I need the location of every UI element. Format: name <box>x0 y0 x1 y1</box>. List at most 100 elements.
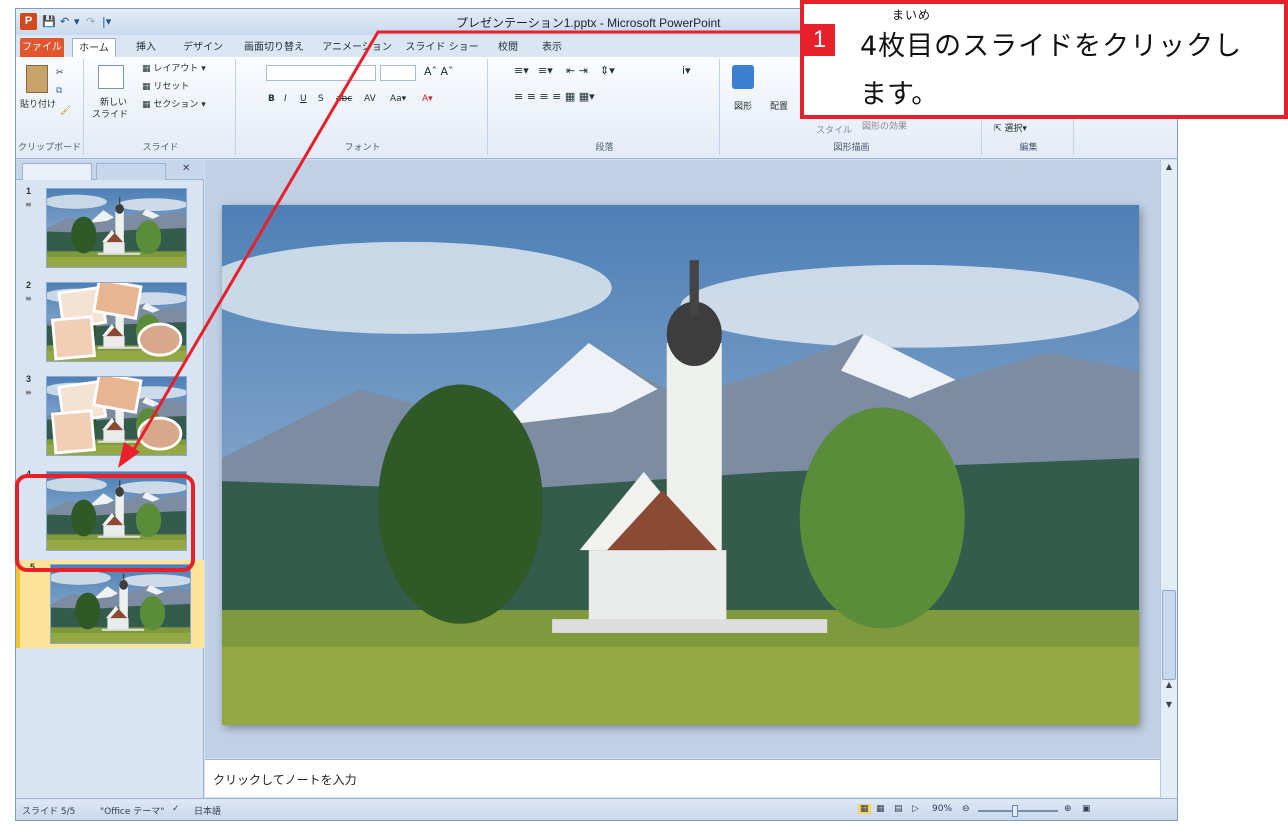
change-case-icon[interactable]: Aa▾ <box>390 93 406 105</box>
section-button[interactable]: ▦ セクション ▾ <box>142 99 206 111</box>
fit-window-icon[interactable]: ▣ <box>1082 804 1091 814</box>
tab-slides[interactable] <box>22 163 92 180</box>
new-slide-label-2[interactable]: スライド <box>92 109 128 121</box>
zoom-in-icon[interactable]: ⊕ <box>1064 804 1072 814</box>
new-slide-icon[interactable] <box>98 65 124 89</box>
font-name-select[interactable] <box>266 65 376 81</box>
slide-thumbnail-5[interactable]: 5 <box>16 560 204 648</box>
slide-4-highlight <box>15 474 195 572</box>
font-size-select[interactable] <box>380 65 416 81</box>
save-icon[interactable]: 💾 <box>42 14 56 30</box>
spellcheck-icon[interactable]: ✓ <box>172 804 180 814</box>
powerpoint-window: P 💾 ↶ ▾ ↷ |▾ プレゼンテーション1.pptx - Microsoft… <box>15 8 1178 821</box>
shadow-icon[interactable]: S <box>318 93 324 105</box>
arrange-label[interactable]: 配置 <box>770 101 788 113</box>
char-spacing-icon[interactable]: AV <box>364 93 376 105</box>
powerpoint-logo-icon[interactable]: P <box>20 13 37 30</box>
quick-access-dropdown-icon[interactable]: ▾ <box>74 14 80 30</box>
reading-view-icon[interactable]: ▤ <box>894 804 903 814</box>
slide-thumbnail-image[interactable] <box>46 376 187 456</box>
quick-styles-label[interactable]: スタイル <box>816 125 852 137</box>
numbering-icon[interactable]: ≡▾ <box>538 65 553 77</box>
tab-home[interactable]: ホーム <box>72 38 116 57</box>
slideshow-view-icon[interactable]: ▷ <box>912 804 919 814</box>
tab-transitions[interactable]: 画面切り替え <box>238 38 310 57</box>
underline-icon[interactable]: U <box>300 93 307 105</box>
tab-view[interactable]: 表示 <box>532 38 572 57</box>
italic-icon[interactable]: I <box>284 93 287 105</box>
select-button[interactable]: ⇱ 選択▾ <box>994 123 1027 135</box>
tab-insert[interactable]: 挿入 <box>126 38 166 57</box>
tab-design[interactable]: デザイン <box>178 38 228 57</box>
customize-quick-access-icon[interactable]: |▾ <box>102 14 111 30</box>
paste-label[interactable]: 貼り付け <box>20 99 56 111</box>
zoom-out-icon[interactable]: ⊖ <box>962 804 970 814</box>
bullets-icon[interactable]: ≡▾ <box>514 65 529 77</box>
prev-slide-icon[interactable]: ▲ <box>1162 680 1176 694</box>
instruction-line-2: ます。 <box>860 79 939 110</box>
notes-pane[interactable]: クリックしてノートを入力 <box>205 759 1160 797</box>
slide-editor[interactable] <box>205 160 1160 758</box>
zoom-level[interactable]: 90% <box>932 804 952 814</box>
shapes-icon[interactable] <box>732 65 754 89</box>
slide-number: 2 <box>26 280 32 290</box>
tab-file[interactable]: ファイル <box>20 38 64 57</box>
animation-indicator-icon: ≡ <box>25 388 32 397</box>
slides-panel-tabs: ✕ <box>16 160 204 180</box>
notes-placeholder[interactable]: クリックしてノートを入力 <box>213 771 357 788</box>
strikethrough-icon[interactable]: abc <box>336 93 352 105</box>
layout-button[interactable]: ▦ レイアウト ▾ <box>142 63 206 75</box>
furigana: まいめ <box>892 8 932 22</box>
bold-icon[interactable]: B <box>268 93 275 105</box>
next-slide-icon[interactable]: ▼ <box>1162 700 1176 714</box>
clipboard-group-label: クリップボード <box>17 143 81 153</box>
zoom-slider-thumb[interactable] <box>1012 805 1018 817</box>
font-color-icon[interactable]: A▾ <box>422 93 433 105</box>
slide-counter: スライド 5/5 <box>22 807 76 817</box>
vertical-scrollbar[interactable]: ▲ ▲ ▼ <box>1160 160 1177 807</box>
text-direction-icon[interactable]: ⅰ▾ <box>682 65 691 77</box>
tab-slideshow[interactable]: スライド ショー <box>402 38 482 57</box>
animation-indicator-icon: ≡ <box>25 200 32 209</box>
align-icons[interactable]: ≡ ≡ ≡ ≡ ▦ ▦▾ <box>514 91 595 103</box>
scroll-thumb[interactable] <box>1162 590 1176 680</box>
editing-group-label: 編集 <box>1019 143 1038 153</box>
current-slide[interactable] <box>222 205 1139 725</box>
font-group-label: フォント <box>344 143 381 153</box>
slide-number: 3 <box>26 374 32 384</box>
scroll-up-icon[interactable]: ▲ <box>1162 162 1176 176</box>
paste-icon[interactable] <box>26 65 48 93</box>
slide-thumbnail-3[interactable]: 3 ≡ <box>16 372 204 460</box>
indent-icons[interactable]: ⇤ ⇥ <box>566 65 588 77</box>
sorter-view-icon[interactable]: ▦ <box>876 804 885 814</box>
grow-font-icon[interactable]: Aˆ Aˇ <box>424 66 454 78</box>
layout-label: レイアウト <box>153 64 199 74</box>
slide-thumbnail-1[interactable]: 1 ≡ <box>16 184 204 272</box>
redo-icon[interactable]: ↷ <box>86 14 95 30</box>
tab-animations[interactable]: アニメーション <box>316 38 398 57</box>
copy-icon[interactable]: ⧉ <box>56 85 62 97</box>
paragraph-group: ≡▾ ≡▾ ⇤ ⇥ ⇕▾ ≡ ≡ ≡ ≡ ▦ ▦▾ ⅰ▾ 段落 <box>490 59 720 155</box>
slide-thumbnail-image[interactable] <box>46 282 187 362</box>
undo-icon[interactable]: ↶ <box>60 14 69 30</box>
slide-thumbnail-image[interactable] <box>50 564 191 644</box>
section-label: セクション <box>153 100 199 110</box>
zoom-slider[interactable] <box>978 810 1058 812</box>
slide-thumbnail-image[interactable] <box>46 188 187 268</box>
shapes-label[interactable]: 図形 <box>734 101 752 113</box>
cut-icon[interactable]: ✂ <box>56 67 64 79</box>
drawing-group-label: 図形描画 <box>833 143 870 153</box>
theme-name: "Office テーマ" <box>100 807 165 817</box>
line-spacing-icon[interactable]: ⇕▾ <box>600 65 615 77</box>
language[interactable]: 日本語 <box>194 804 221 817</box>
slide-thumbnail-2[interactable]: 2 ≡ <box>16 278 204 366</box>
format-painter-icon[interactable]: 🖌 <box>60 105 71 117</box>
tab-review[interactable]: 校閲 <box>488 38 528 57</box>
normal-view-icon[interactable]: ▦ <box>858 804 871 814</box>
new-slide-label-1[interactable]: 新しい <box>100 97 127 109</box>
close-pane-icon[interactable]: ✕ <box>182 163 190 174</box>
shape-effects-label[interactable]: 図形の効果 <box>862 121 907 133</box>
reset-button[interactable]: ▦ リセット <box>142 81 189 93</box>
window-title: プレゼンテーション1.pptx - Microsoft PowerPoint <box>456 16 721 30</box>
tab-outline[interactable] <box>96 163 166 180</box>
